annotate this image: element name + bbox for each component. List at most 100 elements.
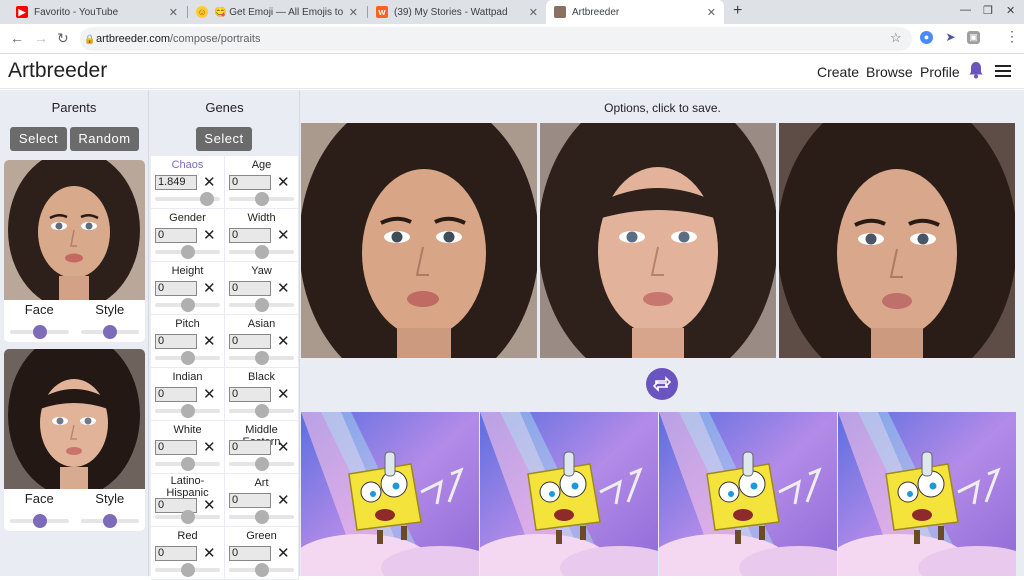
tab-artbreeder[interactable]: Artbreeder ✕ [546, 0, 724, 24]
browser-menu-icon[interactable]: ⋮ [1005, 28, 1019, 45]
site-logo[interactable]: Artbreeder [8, 59, 107, 83]
gene-value-input[interactable]: 0 [229, 440, 271, 455]
close-tab-icon[interactable]: ✕ [169, 6, 178, 19]
clear-gene-icon[interactable]: ✕ [203, 279, 216, 297]
tab-wattpad[interactable]: w (39) My Stories - Wattpad ✕ [368, 0, 546, 24]
extension-search-icon[interactable]: ● [920, 31, 933, 44]
gene-value-input[interactable]: 0 [229, 281, 271, 296]
hamburger-menu-icon[interactable] [995, 65, 1011, 78]
clear-gene-icon[interactable]: ✕ [203, 438, 216, 456]
close-window-icon[interactable]: ✕ [1006, 4, 1015, 17]
bell-icon[interactable] [968, 61, 984, 79]
gene-cell: Age 0 ✕ [225, 156, 299, 209]
gene-slider-knob[interactable] [254, 563, 269, 577]
clear-gene-icon[interactable]: ✕ [203, 332, 216, 350]
genes-select-button[interactable]: Select [196, 127, 252, 151]
minimize-icon[interactable]: — [960, 4, 971, 16]
gene-value-input[interactable]: 0 [155, 387, 197, 402]
option-portrait[interactable] [779, 123, 1015, 358]
clear-gene-icon[interactable]: ✕ [277, 173, 290, 191]
style-label: Style [95, 491, 125, 506]
clear-gene-icon[interactable]: ✕ [277, 544, 290, 562]
swap-refresh-button[interactable] [646, 368, 678, 400]
gene-value-input[interactable]: 0 [155, 546, 197, 561]
style-slider[interactable] [75, 320, 146, 342]
gene-slider-knob[interactable] [254, 510, 269, 524]
extension-puzzle-icon[interactable]: ▣ [967, 31, 980, 44]
tab-title: 😋 Get Emoji — All Emojis to ✂️ Copy and … [214, 6, 345, 18]
gene-slider-knob[interactable] [254, 404, 269, 418]
gene-slider-knob[interactable] [254, 192, 269, 206]
gene-value-input[interactable]: 0 [229, 175, 271, 190]
slider-knob[interactable] [103, 325, 117, 339]
clear-gene-icon[interactable]: ✕ [277, 385, 290, 403]
gene-value-input[interactable]: 0 [155, 228, 197, 243]
options-panel: Options, click to save. [301, 90, 1024, 576]
gene-slider-knob[interactable] [180, 245, 195, 259]
clear-gene-icon[interactable]: ✕ [277, 491, 290, 509]
restore-icon[interactable]: ❐ [983, 4, 993, 17]
bookmark-star-icon[interactable]: ☆ [890, 30, 902, 46]
gene-value-input[interactable]: 0 [229, 387, 271, 402]
parent-card[interactable]: Face Style [4, 349, 145, 531]
gene-value-input[interactable]: 0 [229, 493, 271, 508]
slider-knob[interactable] [32, 514, 47, 528]
parent-card[interactable]: Face Style [4, 160, 145, 342]
nav-profile[interactable]: Profile [920, 64, 960, 80]
nav-browse[interactable]: Browse [866, 64, 913, 80]
clear-gene-icon[interactable]: ✕ [203, 226, 216, 244]
nav-create[interactable]: Create [817, 64, 859, 80]
option-portrait[interactable] [540, 123, 776, 358]
parents-random-button[interactable]: Random [70, 127, 139, 151]
slider-knob[interactable] [103, 514, 117, 528]
extension-cursor-icon[interactable]: ➤ [944, 31, 957, 44]
close-tab-icon[interactable]: ✕ [529, 6, 538, 19]
option-portrait[interactable] [301, 123, 537, 358]
gene-slider-knob[interactable] [180, 563, 195, 577]
gene-value-input[interactable]: 0 [229, 228, 271, 243]
gene-slider-knob[interactable] [180, 298, 195, 312]
clear-gene-icon[interactable]: ✕ [203, 385, 216, 403]
tab-youtube[interactable]: ▶ Favorito - YouTube ✕ [8, 0, 186, 24]
gene-slider-knob[interactable] [180, 510, 195, 524]
face-slider[interactable] [4, 509, 75, 531]
clear-gene-icon[interactable]: ✕ [277, 332, 290, 350]
gene-value-input[interactable]: 0 [155, 281, 197, 296]
close-tab-icon[interactable]: ✕ [707, 6, 716, 19]
forward-icon[interactable]: → [34, 30, 48, 46]
browser-tab-strip: ▶ Favorito - YouTube ✕ ☺ 😋 Get Emoji — A… [0, 0, 1024, 24]
gene-slider-knob[interactable] [180, 404, 195, 418]
clear-gene-icon[interactable]: ✕ [203, 173, 216, 191]
style-slider[interactable] [75, 509, 146, 531]
gene-value-input[interactable]: 1.849 [155, 175, 197, 190]
parent-portrait-image[interactable] [4, 349, 145, 489]
face-slider[interactable] [4, 320, 75, 342]
reload-icon[interactable]: ↻ [57, 30, 69, 47]
address-bar: ← → ↻ 🔒 artbreeder.com/compose/portraits [0, 24, 1024, 54]
clear-gene-icon[interactable]: ✕ [203, 544, 216, 562]
gene-value-input[interactable]: 0 [155, 334, 197, 349]
clear-gene-icon[interactable]: ✕ [277, 279, 290, 297]
slider-knob[interactable] [32, 325, 47, 339]
clear-gene-icon[interactable]: ✕ [203, 496, 216, 514]
gene-slider-knob[interactable] [180, 457, 195, 471]
gene-value-input[interactable]: 0 [229, 546, 271, 561]
clear-gene-icon[interactable]: ✕ [277, 226, 290, 244]
gene-slider-knob[interactable] [254, 457, 269, 471]
gene-value-input[interactable]: 0 [229, 334, 271, 349]
gene-slider-knob[interactable] [180, 351, 195, 365]
new-tab-button[interactable]: + [733, 2, 742, 20]
clear-gene-icon[interactable]: ✕ [277, 438, 290, 456]
parent-portrait-image[interactable] [4, 160, 145, 300]
gene-value-input[interactable]: 0 [155, 440, 197, 455]
tab-getemoji[interactable]: ☺ 😋 Get Emoji — All Emojis to ✂️ Copy an… [188, 0, 366, 24]
gene-slider-knob[interactable] [200, 192, 215, 206]
gene-slider-knob[interactable] [254, 245, 269, 259]
back-icon[interactable]: ← [10, 30, 24, 46]
close-tab-icon[interactable]: ✕ [349, 6, 358, 19]
parents-select-button[interactable]: Select [10, 127, 67, 151]
gene-slider-knob[interactable] [254, 351, 269, 365]
gene-slider-knob[interactable] [254, 298, 269, 312]
url-field[interactable]: 🔒 artbreeder.com/compose/portraits [80, 27, 912, 51]
url-path: /compose/portraits [169, 33, 261, 45]
